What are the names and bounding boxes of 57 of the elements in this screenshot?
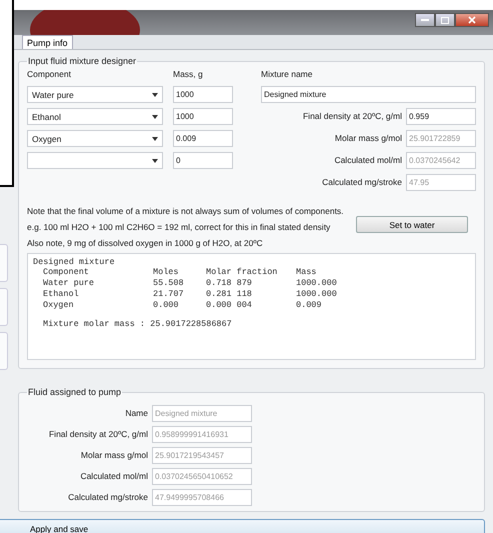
output-cell-text: Ethanol [43,289,80,299]
note-text: Also note, 9 mg of dissolved oxygen in 1000 g of H2O, at 20ºC [27,237,264,250]
output-cell-text: 0.000 [153,300,180,310]
output-header: Moles [153,267,180,277]
output-cell-text: 55.508 [153,278,185,288]
component-dropdown[interactable]: Oxygen [27,130,163,147]
output-cell-text: Water pure [43,278,96,288]
output-cell-text: 1000.000 [296,289,338,299]
mass-field[interactable]: 0 [173,152,233,169]
output-cell-text: 1000.000 [296,278,338,288]
apply-and-save-button[interactable]: Apply and save [0,519,485,533]
tab[interactable]: Pump info [22,35,73,49]
component-dropdown[interactable]: Water pure [27,86,163,103]
output-cell-text: 0.281 118 [206,289,253,299]
field-label: Final density at 20ºC, g/ml [48,428,148,441]
mixture-name-field[interactable]: Designed mixture [261,86,476,103]
field-label: Calculated mg/stroke [322,176,402,189]
output-cell-text: 0.000 004 [206,300,253,310]
mass-field[interactable]: 1000 [173,86,233,103]
mass-field[interactable]: 1000 [173,108,233,125]
field-label: Molar mass g/mol [80,449,148,462]
field-label: Final density at 20ºC, g/ml [302,110,402,123]
field-label: Calculated mol/ml [334,154,402,167]
field-label: Mixture name [261,68,314,81]
field-label: Molar mass g/mol [334,132,402,145]
component-dropdown[interactable]: Ethanol [27,108,163,125]
output-cell-text: 0.009 [296,300,323,310]
close-icon [468,16,476,24]
note-text: e.g. 100 ml H2O + 100 ml C2H6O = 192 ml, correct for this in final stated density [27,221,332,234]
dropdown-arrow-icon [152,92,158,96]
output-cell-text: Oxygen [43,300,75,310]
field-label: Calculated mol/ml [80,470,148,483]
dropdown-arrow-icon [152,136,158,140]
output-cell-text: 21.707 [153,289,185,299]
set-to-water-button[interactable]: Set to water [356,216,468,233]
output-header: Mass [296,267,318,277]
minimize-icon [421,18,429,22]
dropdown-arrow-icon [152,114,158,118]
maximize-button[interactable] [435,13,455,27]
property-field[interactable]: 0.959 [406,108,476,125]
column-label: Mass, g [173,68,204,81]
group-title: Fluid assigned to pump [27,387,122,397]
note-text: Note that the final volume of a mixture is not always sum of volumes of components. [27,205,344,218]
group-title: Input fluid mixture designer [27,56,138,66]
field-label: Name [125,407,148,420]
output-summary: Mixture molar mass : 25.9017228586867 [42,319,233,329]
close-button[interactable] [455,13,489,27]
output-header: Molar fraction [206,267,278,277]
output-header: Component [43,267,90,277]
dropdown-arrow-icon [152,158,158,162]
column-label: Component [27,68,72,81]
mass-field[interactable]: 0.009 [173,130,233,147]
field-label: Calculated mg/stroke [68,491,148,504]
maximize-icon [441,16,449,24]
output-title: Designed mixture [33,257,116,267]
output-cell-text: 0.718 879 [206,278,253,288]
minimize-button[interactable] [415,13,435,27]
